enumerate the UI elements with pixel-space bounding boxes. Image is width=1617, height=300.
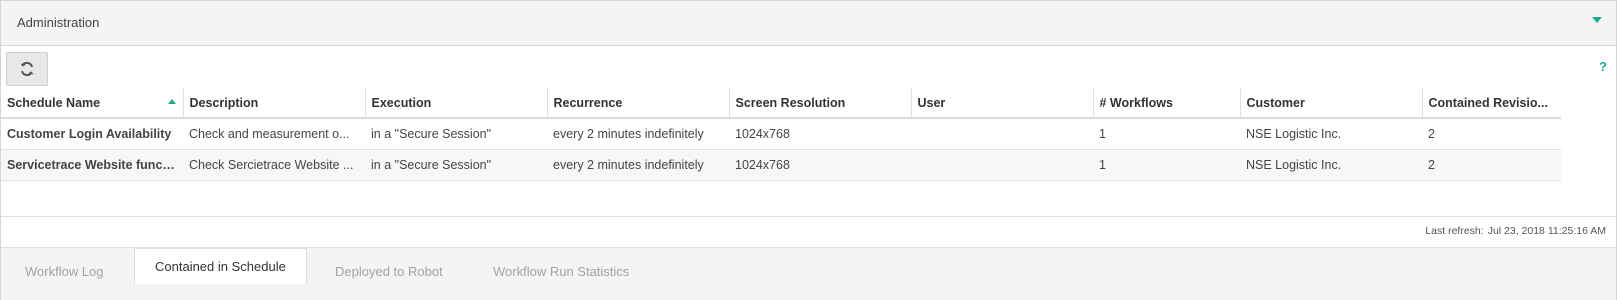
column-header-label: Screen Resolution	[735, 95, 846, 110]
column-header-label: # Workflows	[1099, 95, 1173, 110]
column-header-screen-resolution[interactable]: Screen Resolution	[729, 88, 912, 119]
column-header-workflows[interactable]: # Workflows	[1093, 88, 1241, 119]
recurrence-cell: every 2 minutes indefinitely	[547, 118, 729, 150]
table-row[interactable]: Customer Login Availability Check and me…	[1, 118, 1561, 150]
panel-header[interactable]: Administration	[1, 1, 1616, 46]
user-cell	[911, 118, 1093, 150]
column-header-recurrence[interactable]: Recurrence	[547, 88, 730, 119]
tab-workflow-run-statistics[interactable]: Workflow Run Statistics	[473, 254, 649, 289]
last-refresh-label: Last refresh:	[1425, 225, 1483, 237]
table-row[interactable]: Servicetrace Website functio Check Serci…	[1, 149, 1561, 181]
tab-label: Workflow Run Statistics	[493, 264, 630, 279]
refresh-icon	[20, 61, 34, 77]
tab-label: Contained in Schedule	[155, 259, 286, 274]
sort-ascending-icon	[167, 99, 176, 104]
schedule-table: Schedule Name Description Execution Recu…	[1, 88, 1561, 181]
column-header-execution[interactable]: Execution	[365, 88, 548, 119]
last-refresh-label-text: Last refresh:	[1425, 225, 1484, 237]
customer-cell: NSE Logistic Inc.	[1240, 118, 1422, 150]
revisions-cell: 2	[1422, 149, 1561, 181]
column-header-label: Contained Revisio...	[1428, 95, 1548, 110]
column-header-label: Execution	[371, 95, 432, 110]
recurrence-cell: every 2 minutes indefinitely	[547, 149, 729, 181]
table-header-row: Schedule Name Description Execution Recu…	[1, 88, 1561, 119]
column-header-label: Schedule Name	[7, 95, 101, 110]
resolution-cell: 1024x768	[729, 118, 911, 150]
bottom-tab-bar: Workflow Log Contained in Schedule Deplo…	[1, 247, 1616, 300]
schedule-name-link[interactable]: Customer Login Availability	[1, 118, 183, 150]
panel-title: Administration	[17, 15, 100, 30]
help-icon[interactable]: ?	[1599, 59, 1607, 74]
resolution-cell: 1024x768	[729, 149, 911, 181]
user-cell	[911, 149, 1093, 181]
customer-cell: NSE Logistic Inc.	[1240, 149, 1422, 181]
column-header-contained-revisions[interactable]: Contained Revisio...	[1422, 88, 1561, 119]
divider	[1, 216, 1616, 217]
workflows-cell: 1	[1093, 118, 1240, 150]
tab-label: Workflow Log	[25, 264, 104, 279]
refresh-button[interactable]	[6, 52, 48, 86]
tab-label: Deployed to Robot	[335, 264, 443, 279]
revisions-cell: 2	[1422, 118, 1561, 150]
chevron-down-icon[interactable]	[1592, 17, 1602, 23]
schedule-name-link[interactable]: Servicetrace Website functio	[1, 149, 183, 181]
column-header-user[interactable]: User	[911, 88, 1094, 119]
last-refresh-value: Jul 23, 2018 11:25:16 AM	[1487, 225, 1606, 237]
column-header-label: User	[917, 95, 946, 110]
column-header-description[interactable]: Description	[183, 88, 366, 119]
workflows-cell: 1	[1093, 149, 1240, 181]
tab-deployed-to-robot[interactable]: Deployed to Robot	[315, 254, 463, 289]
description-cell: Check and measurement o...	[183, 118, 365, 150]
description-cell: Check Sercietrace Website ...	[183, 149, 365, 181]
tab-workflow-log[interactable]: Workflow Log	[5, 254, 124, 289]
column-header-customer[interactable]: Customer	[1240, 88, 1423, 119]
execution-cell: in a "Secure Session"	[365, 118, 547, 150]
column-header-schedule-name[interactable]: Schedule Name	[1, 88, 184, 119]
tab-contained-in-schedule[interactable]: Contained in Schedule	[134, 248, 307, 284]
column-header-label: Recurrence	[553, 95, 623, 110]
column-header-label: Description	[189, 95, 259, 110]
execution-cell: in a "Secure Session"	[365, 149, 547, 181]
column-header-label: Customer	[1246, 95, 1305, 110]
